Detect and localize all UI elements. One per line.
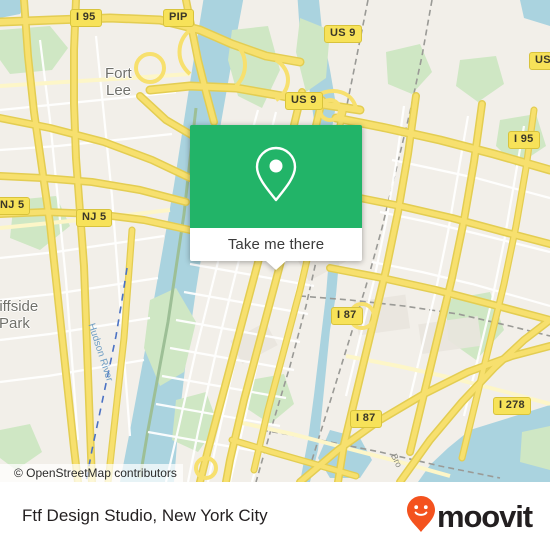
popup-tail-pointer — [266, 261, 286, 270]
moovit-brand[interactable]: moovit — [406, 495, 533, 538]
road-shield-i278[interactable]: I 278 — [493, 397, 531, 415]
moovit-wordmark: moovit — [436, 498, 533, 534]
place-label-fort-lee-line2: Lee — [106, 82, 132, 99]
road-shield-us9-north[interactable]: US 9 — [324, 25, 362, 43]
popup-header — [190, 125, 362, 228]
place-label-cliffside-park-line1: liffside — [0, 298, 39, 315]
road-shield-nj5-west[interactable]: NJ 5 — [0, 197, 31, 215]
moovit-smiley-pin-icon — [406, 495, 436, 538]
place-label-fort-lee-line1: Fort — [105, 65, 132, 82]
moovit-map-share-card: I 95 PIP US 9 US US 9 I 95 NJ 5 NJ 5 I 8… — [0, 0, 550, 550]
osm-attribution[interactable]: © OpenStreetMap contributors — [0, 464, 183, 482]
place-label-cliffside-park-line2: Park — [0, 315, 30, 332]
road-shield-pip[interactable]: PIP — [163, 9, 194, 27]
road-shield-i87-south[interactable]: I 87 — [350, 410, 382, 428]
road-shield-nj5[interactable]: NJ 5 — [76, 209, 113, 227]
take-me-there-button[interactable]: Take me there — [228, 236, 324, 253]
footer-bar: Ftf Design Studio, New York City moovit — [0, 482, 550, 550]
road-shield-us9-mid[interactable]: US 9 — [285, 92, 323, 110]
road-shield-i95-north[interactable]: I 95 — [70, 9, 102, 27]
map-pin-icon — [253, 145, 299, 208]
page-title: Ftf Design Studio, New York City — [22, 506, 268, 525]
road-shield-i87-north[interactable]: I 87 — [331, 307, 363, 325]
osm-attribution-text[interactable]: © OpenStreetMap contributors — [14, 466, 177, 480]
map-canvas[interactable]: I 95 PIP US 9 US US 9 I 95 NJ 5 NJ 5 I 8… — [0, 0, 550, 482]
popup-footer[interactable]: Take me there — [190, 228, 362, 270]
location-popup-card[interactable]: Take me there — [190, 125, 362, 270]
road-shield-i95-east[interactable]: I 95 — [508, 131, 540, 149]
road-shield-us-right-edge[interactable]: US — [529, 52, 550, 70]
